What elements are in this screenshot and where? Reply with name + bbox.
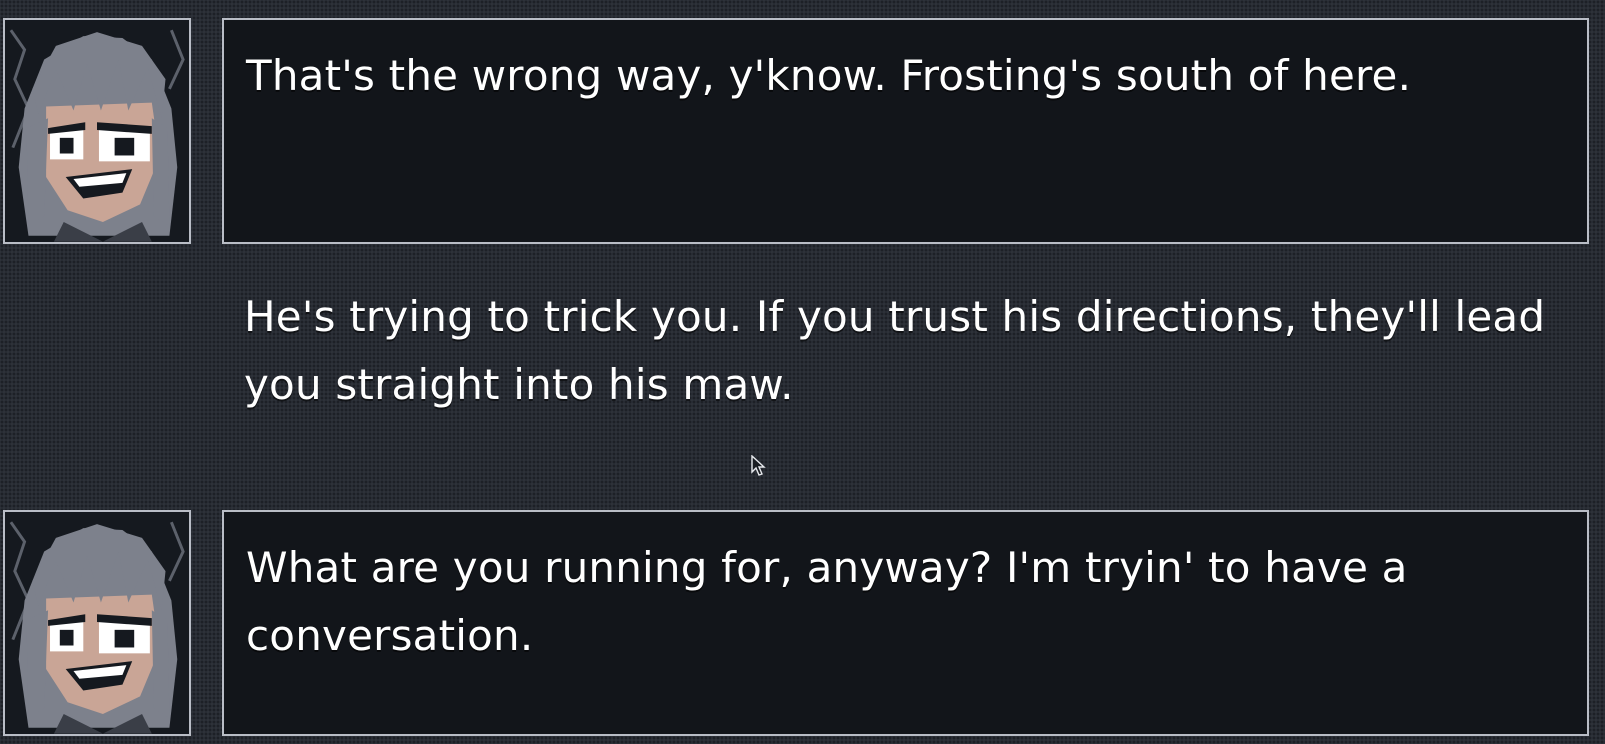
grinning-character-face-icon bbox=[5, 20, 189, 242]
dialogue-box[interactable]: What are you running for, anyway? I'm tr… bbox=[222, 510, 1589, 736]
narration-text: He's trying to trick you. If you trust h… bbox=[244, 292, 1546, 409]
dialogue-text: That's the wrong way, y'know. Frosting's… bbox=[246, 51, 1412, 100]
speaker-portrait bbox=[3, 18, 191, 244]
speaker-portrait bbox=[3, 510, 191, 736]
dialogue-text: What are you running for, anyway? I'm tr… bbox=[246, 543, 1408, 660]
mouse-pointer-icon bbox=[751, 455, 766, 476]
dialogue-box[interactable]: That's the wrong way, y'know. Frosting's… bbox=[222, 18, 1589, 244]
narration-block[interactable]: He's trying to trick you. If you trust h… bbox=[244, 283, 1574, 419]
grinning-character-face-icon bbox=[5, 512, 189, 734]
